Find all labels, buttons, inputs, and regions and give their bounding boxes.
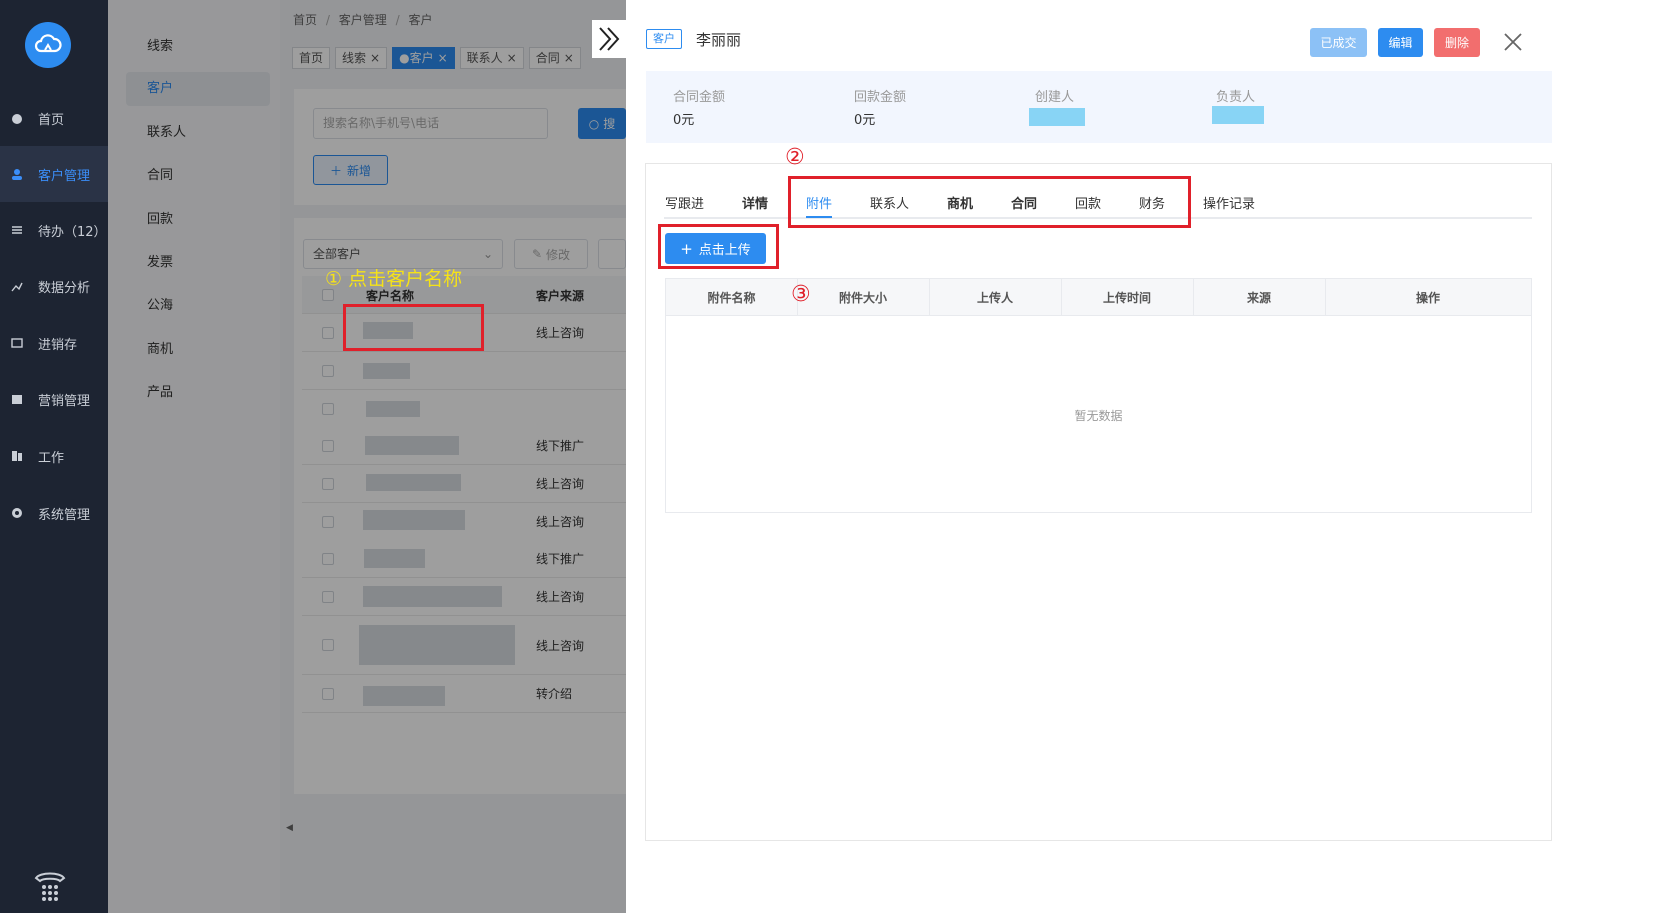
- nav-item-label: 客户管理: [38, 168, 91, 184]
- column-attachment-name: 附件名称: [707, 291, 756, 305]
- marketing-icon: [11, 393, 23, 405]
- contract-amount-value: 0元: [673, 113, 695, 128]
- nav-item-marketing[interactable]: 营销管理: [0, 371, 108, 427]
- dashboard-icon: [11, 112, 23, 124]
- work-icon: [11, 450, 23, 462]
- double-chevron-right-icon[interactable]: [592, 20, 626, 58]
- nav-item-label: 进销存: [38, 337, 78, 353]
- main-sidebar: 首页 客户管理 待办（12） 数据分析 进销存 营销管理 工作 系统管理: [0, 0, 108, 913]
- column-attachment-size: 附件大小: [838, 291, 887, 305]
- annotation-step3: ③: [791, 282, 811, 307]
- nav-item-work[interactable]: 工作: [0, 428, 108, 484]
- summary-label: 负责人: [1216, 90, 1256, 105]
- tab-write-followup[interactable]: 写跟进: [665, 193, 704, 212]
- nav-item-label: 数据分析: [38, 280, 91, 296]
- customer-type-tag: 客户: [646, 29, 682, 49]
- deal-closed-button[interactable]: 已成交: [1310, 28, 1367, 57]
- gear-icon: [11, 507, 23, 519]
- tab-operation-log[interactable]: 操作记录: [1203, 193, 1255, 212]
- modal-overlay[interactable]: [108, 0, 626, 913]
- nav-item-label: 待办（12）: [38, 224, 107, 240]
- customer-name-title: 李丽丽: [696, 31, 742, 49]
- tab-details[interactable]: 详情: [742, 193, 768, 212]
- nav-item-label: 营销管理: [38, 393, 91, 409]
- summary-label: 创建人: [1035, 90, 1075, 105]
- column-uploader: 上传人: [976, 291, 1013, 305]
- annotation-box-tabs: [788, 176, 1191, 228]
- todo-icon: [11, 224, 23, 236]
- nav-item-label: 首页: [38, 112, 65, 128]
- nav-item-data-analysis[interactable]: 数据分析: [0, 258, 108, 314]
- summary-label: 回款金额: [854, 90, 907, 105]
- creator-value-redacted: [1029, 108, 1085, 126]
- cloud-logo-icon[interactable]: [25, 22, 71, 68]
- nav-item-home[interactable]: 首页: [0, 90, 108, 146]
- chart-icon: [11, 280, 23, 292]
- nav-item-inventory[interactable]: 进销存: [0, 315, 108, 371]
- summary-panel: 合同金额 0元 回款金额 0元 创建人 负责人: [646, 71, 1552, 143]
- phone-icon[interactable]: [33, 868, 67, 902]
- user-icon: [11, 168, 23, 180]
- nav-item-label: 系统管理: [38, 507, 91, 523]
- annotation-step1: ① 点击客户名称: [325, 268, 463, 290]
- nav-item-todo[interactable]: 待办（12）: [0, 202, 108, 258]
- column-actions: 操作: [1415, 291, 1440, 305]
- owner-value-redacted: [1212, 106, 1264, 124]
- summary-label: 合同金额: [673, 90, 726, 105]
- annotation-box-customer-name: [343, 304, 484, 351]
- attachments-table: 附件名称 附件大小 上传人 上传时间 来源 操作 暂无数据: [665, 278, 1532, 513]
- delete-button[interactable]: 删除: [1434, 28, 1480, 57]
- annotation-step2: ②: [785, 145, 805, 170]
- nav-item-label: 工作: [38, 450, 65, 466]
- column-source: 来源: [1246, 291, 1271, 305]
- nav-item-customer-management[interactable]: 客户管理: [0, 146, 108, 202]
- empty-state-text: 暂无数据: [1074, 409, 1123, 423]
- annotation-box-upload: [658, 224, 779, 269]
- payment-amount-value: 0元: [854, 113, 876, 128]
- inventory-icon: [11, 337, 23, 349]
- column-upload-time: 上传时间: [1102, 291, 1151, 305]
- edit-button[interactable]: 编辑: [1378, 28, 1423, 57]
- close-icon[interactable]: [1502, 31, 1524, 53]
- nav-item-system[interactable]: 系统管理: [0, 485, 108, 541]
